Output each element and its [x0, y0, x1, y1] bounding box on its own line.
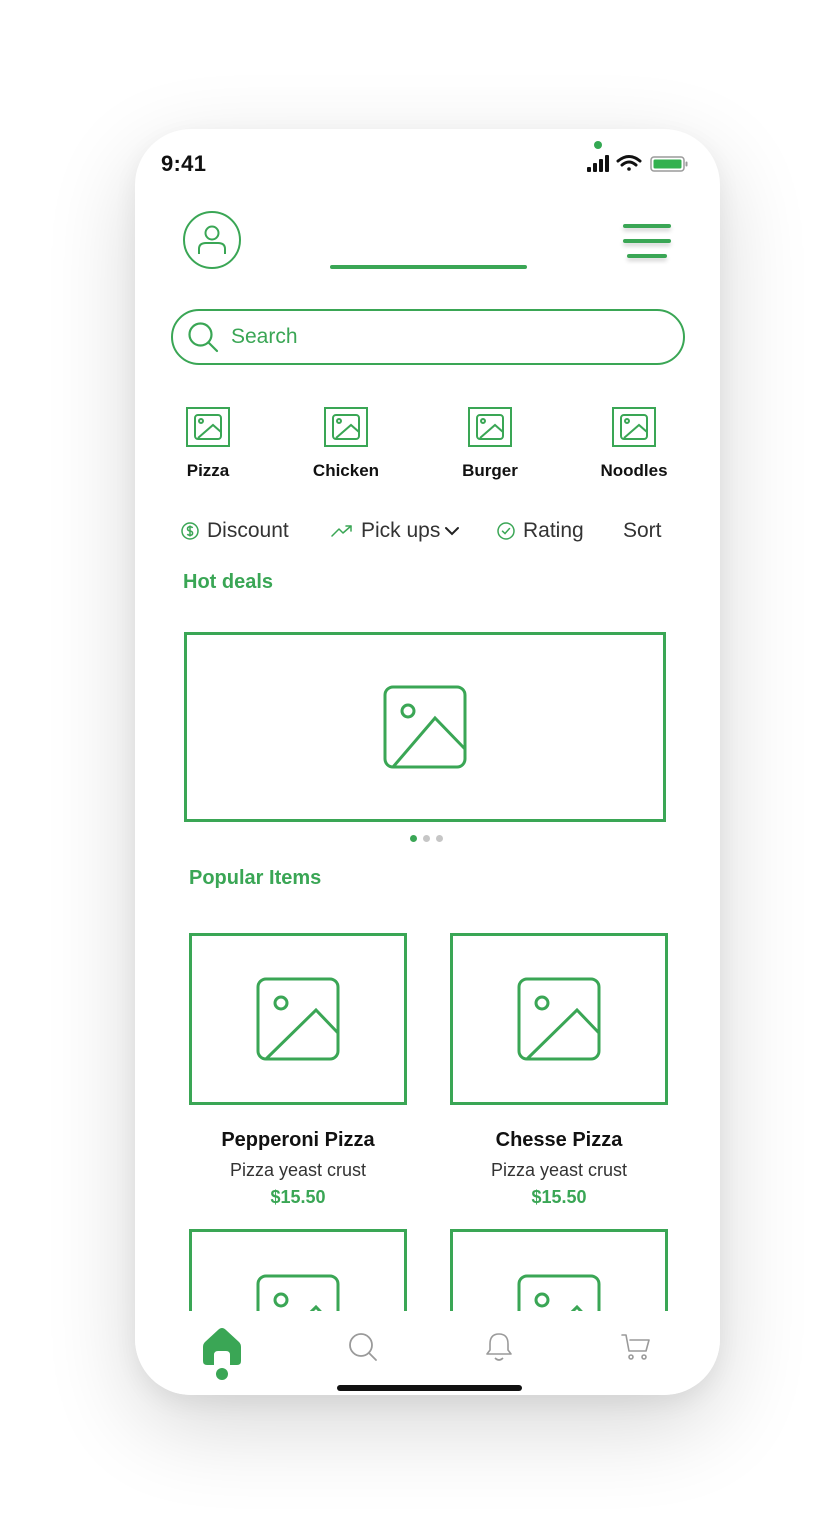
check-circle-icon	[497, 522, 515, 540]
cart-icon	[621, 1334, 650, 1360]
battery-icon	[650, 156, 688, 172]
image-placeholder-icon	[256, 1274, 340, 1311]
product-description: Pizza yeast crust	[490, 1160, 628, 1180]
nav-search[interactable]	[341, 1325, 385, 1369]
home-icon	[203, 1328, 241, 1365]
category-label: Noodles	[600, 461, 668, 480]
search-bar[interactable]	[171, 309, 685, 365]
category-label: Burger	[462, 461, 518, 480]
category-chicken[interactable]: Chicken	[291, 407, 401, 481]
privacy-indicator-dot	[594, 141, 602, 149]
filter-sort-label: Sort	[623, 519, 662, 542]
menu-button[interactable]	[623, 224, 675, 258]
menu-bar-icon	[623, 239, 671, 243]
category-burger[interactable]: Burger	[435, 407, 545, 481]
filter-rating[interactable]: Rating	[497, 519, 584, 543]
active-tab-indicator	[216, 1368, 228, 1380]
filter-pickups-label: Pick ups	[361, 519, 441, 542]
hot-deals-banner[interactable]	[184, 632, 666, 822]
bell-icon	[486, 1333, 512, 1361]
product-card[interactable]	[450, 1229, 668, 1311]
image-placeholder-icon	[612, 407, 656, 447]
carousel-dot[interactable]	[436, 835, 443, 842]
wifi-icon	[616, 155, 642, 171]
menu-bar-icon	[627, 254, 667, 258]
hot-deals-title: Hot deals	[183, 571, 274, 593]
image-placeholder-icon	[468, 407, 512, 447]
category-noodles[interactable]: Noodles	[579, 407, 689, 481]
category-label: Chicken	[312, 461, 380, 480]
product-description: Pizza yeast crust	[229, 1160, 367, 1180]
search-input[interactable]	[231, 325, 631, 349]
product-image	[450, 1229, 668, 1311]
filter-discount-label: Discount	[207, 519, 289, 542]
nav-cart[interactable]	[614, 1325, 658, 1369]
product-card[interactable]: Chesse Pizza Pizza yeast crust $15.50	[450, 933, 668, 1208]
phone-frame: 9:41 Search Pizza Chicken Burger Noodles…	[135, 129, 720, 1395]
status-time: 9:41	[161, 151, 207, 176]
popular-items-title: Popular Items	[189, 867, 322, 889]
product-image	[189, 933, 407, 1105]
filter-pickups[interactable]: Pick ups	[331, 519, 460, 543]
nav-notifications[interactable]	[477, 1325, 521, 1369]
product-name: Pepperoni Pizza	[221, 1129, 375, 1151]
image-placeholder-icon	[256, 977, 340, 1061]
product-card[interactable]: Pepperoni Pizza Pizza yeast crust $15.50	[189, 933, 407, 1208]
product-card[interactable]	[189, 1229, 407, 1311]
cellular-signal-icon	[587, 155, 609, 172]
product-image	[189, 1229, 407, 1311]
category-pizza[interactable]: Pizza	[153, 407, 263, 481]
dollar-circle-icon	[181, 522, 199, 540]
image-placeholder-icon	[383, 685, 467, 769]
carousel-dot[interactable]	[423, 835, 430, 842]
product-name: Chesse Pizza	[495, 1129, 623, 1151]
image-placeholder-icon	[517, 1274, 601, 1311]
filter-sort[interactable]: Sort	[623, 519, 662, 543]
product-price: $15.50	[531, 1187, 587, 1207]
product-image	[450, 933, 668, 1105]
menu-bar-icon	[623, 224, 671, 228]
product-price: $15.50	[270, 1187, 326, 1207]
trending-up-icon	[331, 525, 352, 537]
search-icon	[188, 322, 219, 353]
home-indicator[interactable]	[337, 1385, 522, 1391]
image-placeholder-icon	[186, 407, 230, 447]
category-label: Pizza	[186, 461, 230, 480]
nav-home[interactable]	[200, 1325, 244, 1369]
status-icons	[587, 155, 688, 172]
carousel-dots	[410, 835, 443, 842]
filter-rating-label: Rating	[523, 519, 584, 542]
carousel-dot-active[interactable]	[410, 835, 417, 842]
chevron-down-icon	[445, 527, 460, 536]
header-title-underline	[330, 265, 527, 269]
bottom-nav	[135, 1311, 720, 1395]
user-icon	[198, 225, 226, 254]
image-placeholder-icon	[517, 977, 601, 1061]
profile-avatar-button[interactable]	[183, 211, 241, 269]
filter-bar: Discount Pick ups Rating Sort	[181, 519, 681, 549]
image-placeholder-icon	[324, 407, 368, 447]
search-icon	[349, 1333, 377, 1361]
filter-discount[interactable]: Discount	[181, 519, 289, 543]
